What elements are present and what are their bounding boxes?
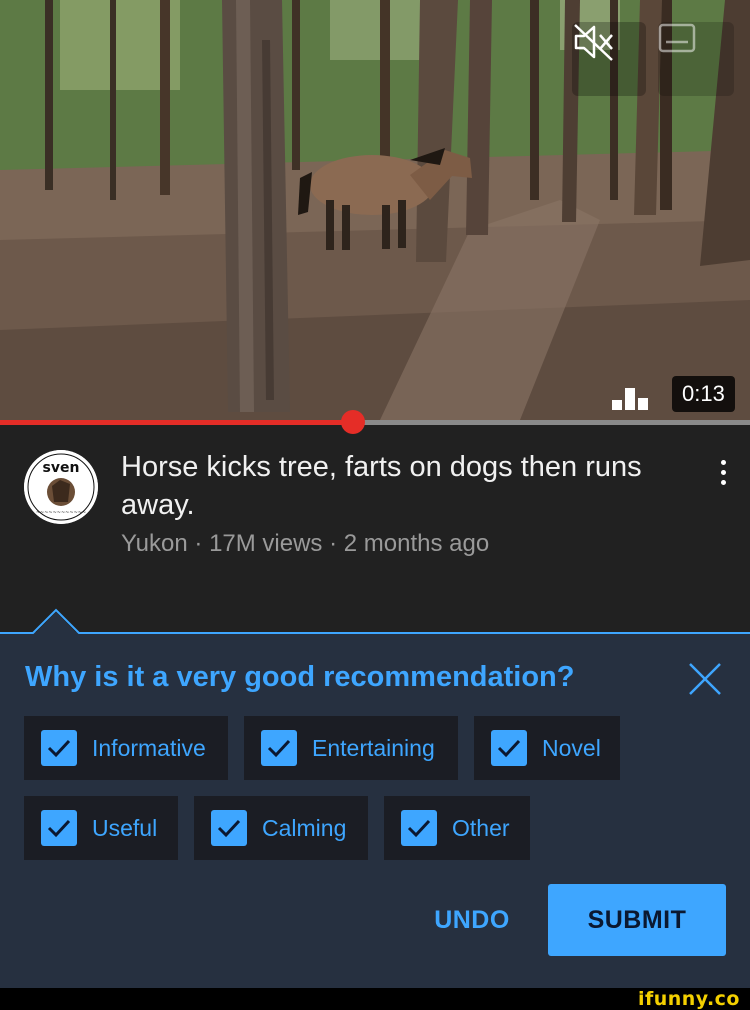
progress-bar[interactable] — [0, 410, 750, 434]
more-vert-icon — [720, 459, 726, 465]
volume-muted-icon — [574, 24, 613, 61]
captions-icon — [658, 23, 696, 53]
view-count: 17M views — [209, 530, 323, 557]
option-label: Novel — [542, 734, 601, 761]
option-label: Useful — [92, 814, 158, 841]
channel-avatar[interactable]: sven ~~~~~~~~~~~~ — [24, 450, 98, 524]
panel-pointer — [0, 608, 750, 634]
option-label: Entertaining — [312, 734, 435, 761]
option-calming[interactable]: Calming — [194, 796, 368, 860]
submit-button[interactable]: SUBMIT — [548, 884, 726, 956]
progress-fill — [0, 420, 353, 425]
channel-name[interactable]: Yukon — [121, 530, 188, 557]
more-options-button[interactable] — [708, 452, 738, 492]
checkbox-checked-icon[interactable] — [41, 810, 77, 846]
checkbox-checked-icon[interactable] — [211, 810, 247, 846]
progress-scrubber[interactable] — [340, 410, 365, 434]
checkbox-checked-icon[interactable] — [491, 730, 527, 766]
svg-text:~~~~~~~~~~~~: ~~~~~~~~~~~~ — [36, 510, 86, 516]
captions-button[interactable] — [658, 22, 734, 96]
option-useful[interactable]: Useful — [24, 796, 178, 860]
undo-button[interactable]: UNDO — [412, 884, 532, 956]
avatar-logo-text: sven — [43, 460, 80, 476]
bars-icon — [612, 388, 654, 410]
ifunny-watermark: ifunny.co — [637, 988, 740, 1010]
option-label: Informative — [92, 734, 206, 761]
option-informative[interactable]: Informative — [24, 716, 228, 780]
checkbox-checked-icon[interactable] — [261, 730, 297, 766]
video-meta: Yukon · 17M views · 2 months ago — [121, 529, 489, 559]
video-title[interactable]: Horse kicks tree, farts on dogs then run… — [121, 448, 681, 524]
video-player[interactable]: 0:13 — [0, 0, 750, 420]
option-label: Other — [452, 814, 510, 841]
close-icon[interactable] — [688, 662, 722, 696]
option-entertaining[interactable]: Entertaining — [244, 716, 458, 780]
option-other[interactable]: Other — [384, 796, 530, 860]
option-label: Calming — [262, 814, 347, 841]
meta-separator: · — [187, 530, 210, 557]
meta-separator: · — [322, 530, 344, 557]
checkbox-checked-icon[interactable] — [401, 810, 437, 846]
video-duration: 0:13 — [672, 376, 735, 412]
upload-age: 2 months ago — [343, 530, 490, 557]
checkbox-checked-icon[interactable] — [41, 730, 77, 766]
mute-button[interactable] — [572, 22, 646, 96]
option-novel[interactable]: Novel — [474, 716, 620, 780]
feedback-question: Why is it a very good recommendation? — [25, 661, 575, 693]
